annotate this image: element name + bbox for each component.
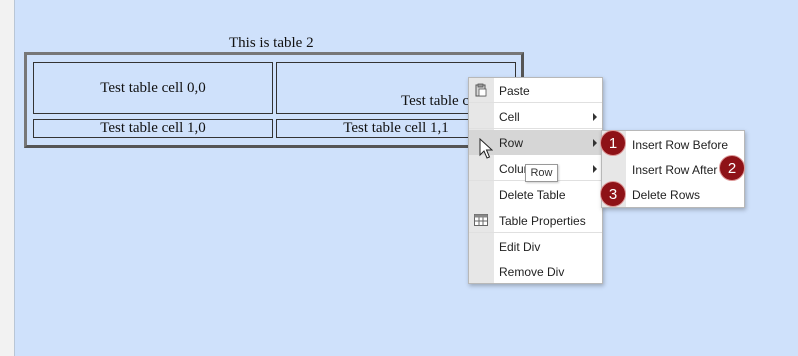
editor-left-strip xyxy=(0,0,15,356)
menu-item-label: Row xyxy=(499,136,524,150)
menu-item-cell[interactable]: Cell xyxy=(469,104,602,129)
menu-item-label: Insert Row After xyxy=(632,163,718,177)
table-cell-1-0[interactable]: Test table cell 1,0 xyxy=(33,119,273,138)
menu-item-label: Edit Div xyxy=(499,240,541,254)
step-badge-1: 1 xyxy=(600,130,626,156)
menu-item-paste[interactable]: Paste xyxy=(469,78,602,103)
submenu-arrow-icon xyxy=(593,113,597,121)
menu-item-edit-div[interactable]: Edit Div xyxy=(469,234,602,259)
table-properties-icon xyxy=(474,214,488,226)
table-caption: This is table 2 xyxy=(229,35,314,51)
step-badge-2: 2 xyxy=(719,155,745,181)
menu-item-label: Cell xyxy=(499,110,520,124)
mouse-cursor-icon xyxy=(479,138,493,159)
menu-item-table-properties[interactable]: Table Properties xyxy=(469,208,602,233)
submenu-arrow-icon xyxy=(593,165,597,173)
menu-item-label: Delete Rows xyxy=(632,188,701,202)
menu-item-label: Delete Table xyxy=(499,188,566,202)
step-badge-3: 3 xyxy=(600,181,626,207)
cell-text: Test table cell 0,0 xyxy=(100,79,206,96)
menu-item-label: Table Properties xyxy=(499,214,586,228)
paste-icon xyxy=(475,83,487,97)
menu-item-label: Paste xyxy=(499,84,530,98)
submenu-arrow-icon xyxy=(593,139,597,147)
menu-item-label: Insert Row Before xyxy=(632,138,729,152)
menu-item-delete-table[interactable]: Delete Table xyxy=(469,182,602,207)
menu-item-label: Remove Div xyxy=(499,265,565,279)
table-cell-0-0[interactable]: Test table cell 0,0 xyxy=(33,62,273,114)
menu-item-remove-div[interactable]: Remove Div xyxy=(469,259,602,284)
menu-tooltip: Row xyxy=(525,164,558,182)
table-2[interactable]: Test table cell 0,0 Test table cell 0,1 … xyxy=(24,52,524,148)
